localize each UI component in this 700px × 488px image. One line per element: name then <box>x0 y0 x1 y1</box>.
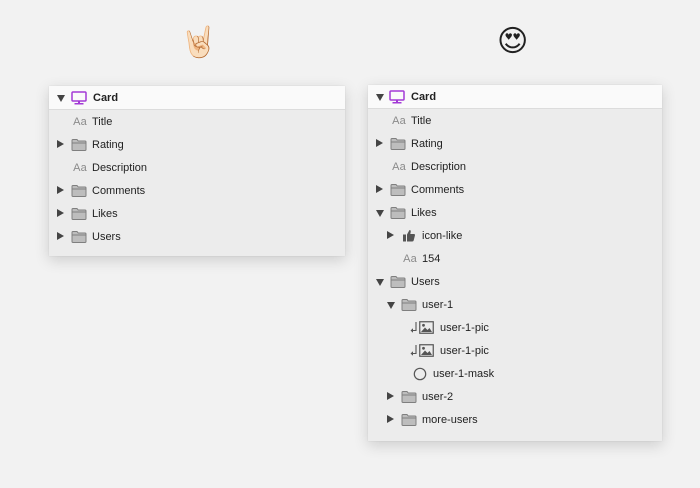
layer-row[interactable]: Users <box>368 270 662 293</box>
layer-label: Title <box>92 116 113 128</box>
layer-row[interactable]: icon-like <box>368 224 662 247</box>
layer-row[interactable]: Likes <box>49 202 345 225</box>
layer-row[interactable]: user-1-pic <box>368 339 662 362</box>
circle-mask-icon <box>411 366 428 381</box>
disclosure-triangle[interactable] <box>387 302 395 309</box>
monitor-icon <box>70 90 88 105</box>
layer-row[interactable]: user-1 <box>368 293 662 316</box>
folder-icon <box>389 136 406 151</box>
disclosure-triangle[interactable] <box>376 139 383 147</box>
folder-icon <box>400 389 417 404</box>
layer-label: user-1 <box>422 299 454 311</box>
layer-label: Rating <box>92 139 124 151</box>
folder-icon <box>70 137 87 152</box>
layer-row[interactable]: Rating <box>368 132 662 155</box>
text-layer-icon: Aa <box>73 161 87 174</box>
layer-row[interactable]: Aa Description <box>368 155 662 178</box>
layer-row[interactable]: more-users <box>368 408 662 431</box>
layer-label: user-1-pic <box>440 322 489 334</box>
folder-icon <box>389 274 406 289</box>
layer-label: Title <box>411 115 432 127</box>
layer-row[interactable]: Aa Description <box>49 156 345 179</box>
layer-label: Description <box>92 162 148 174</box>
layer-label: icon-like <box>422 230 463 242</box>
layer-row[interactable]: Comments <box>368 178 662 201</box>
layer-row[interactable]: Users <box>49 225 345 248</box>
layer-label: user-1-pic <box>440 345 489 357</box>
disclosure-triangle[interactable] <box>57 209 64 217</box>
layer-label: Users <box>411 276 440 288</box>
layer-row[interactable]: user-1-pic <box>368 316 662 339</box>
layer-row[interactable]: user-1-mask <box>368 362 662 385</box>
layer-row[interactable]: Rating <box>49 133 345 156</box>
artboard-label: Card <box>93 92 119 104</box>
layer-label: Comments <box>411 184 465 196</box>
layer-row[interactable]: Aa Title <box>368 109 662 132</box>
image-icon <box>418 343 435 358</box>
text-layer-icon: Aa <box>73 115 87 128</box>
folder-icon <box>70 229 87 244</box>
layer-row[interactable]: user-2 <box>368 385 662 408</box>
text-layer-icon: Aa <box>392 114 406 127</box>
folder-icon <box>389 205 406 220</box>
disclosure-triangle[interactable] <box>57 186 64 194</box>
folder-icon <box>400 297 417 312</box>
layer-row[interactable]: Comments <box>49 179 345 202</box>
disclosure-triangle[interactable] <box>57 95 65 102</box>
folder-icon <box>400 412 417 427</box>
layer-label: Likes <box>411 207 437 219</box>
layer-label: Rating <box>411 138 443 150</box>
text-layer-icon: Aa <box>392 160 406 173</box>
layer-label: Comments <box>92 185 146 197</box>
layer-label: Likes <box>92 208 118 220</box>
text-layer-icon: Aa <box>403 252 417 265</box>
layer-label: Description <box>411 161 467 173</box>
disclosure-triangle[interactable] <box>376 185 383 193</box>
layer-row[interactable]: Aa Title <box>49 110 345 133</box>
heart-eyes-emoji: 😍 <box>497 24 529 59</box>
layer-label: Users <box>92 231 121 243</box>
layer-label: more-users <box>422 414 478 426</box>
disclosure-triangle[interactable] <box>387 415 394 423</box>
artboard-row-card[interactable]: Card <box>49 86 345 110</box>
layer-label: 154 <box>422 253 441 265</box>
mask-arrow-icon <box>410 321 418 333</box>
layers-panel-expanded: Card Aa Title Rating Aa Description Comments L… <box>368 85 662 441</box>
disclosure-triangle[interactable] <box>376 94 384 101</box>
image-icon <box>418 320 435 335</box>
layer-row[interactable]: Aa 154 <box>368 247 662 270</box>
artboard-label: Card <box>411 91 437 103</box>
thumbs-up-icon <box>400 228 417 243</box>
disclosure-triangle[interactable] <box>387 392 394 400</box>
rock-on-emoji: 🤘🏻 <box>180 25 218 60</box>
disclosure-triangle[interactable] <box>376 279 384 286</box>
artboard-row-card[interactable]: Card <box>368 85 662 109</box>
disclosure-triangle[interactable] <box>387 231 394 239</box>
disclosure-triangle[interactable] <box>376 210 384 217</box>
layer-label: user-2 <box>422 391 454 403</box>
monitor-icon <box>388 89 406 104</box>
layers-panel-collapsed: Card Aa Title Rating Aa Description Comments L… <box>49 86 345 256</box>
layer-row[interactable]: Likes <box>368 201 662 224</box>
disclosure-triangle[interactable] <box>57 140 64 148</box>
folder-icon <box>389 182 406 197</box>
layer-label: user-1-mask <box>433 368 495 380</box>
mask-arrow-icon <box>410 344 418 356</box>
folder-icon <box>70 206 87 221</box>
folder-icon <box>70 183 87 198</box>
disclosure-triangle[interactable] <box>57 232 64 240</box>
